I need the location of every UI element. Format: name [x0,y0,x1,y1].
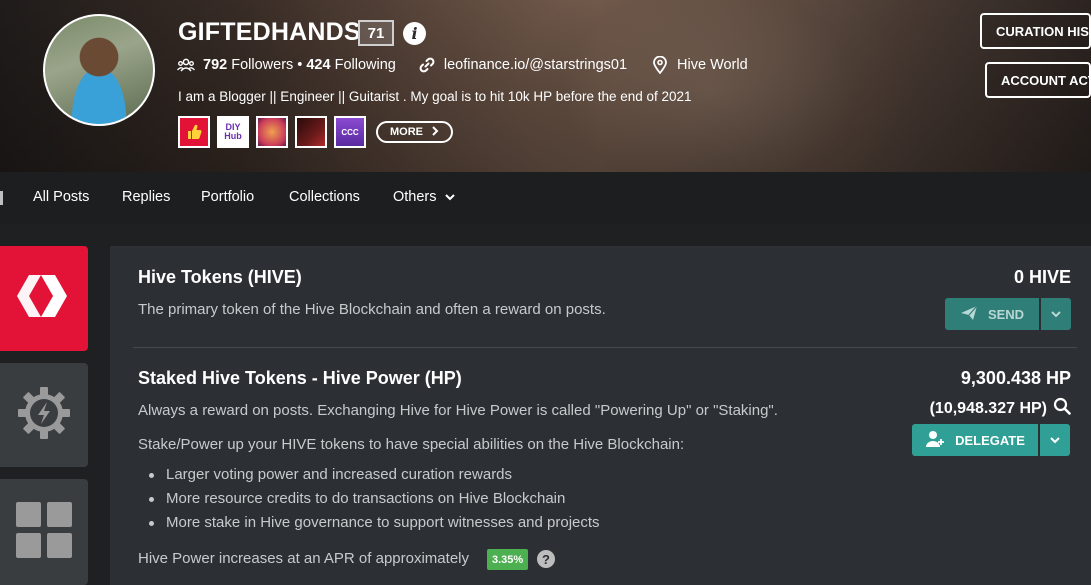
sidebar-grid-tile[interactable] [0,479,88,585]
location: Hive World [651,56,748,74]
list-item: More resource credits to do transactions… [146,488,600,512]
delegate-button-group: DELEGATE [912,424,1070,456]
list-item: Larger voting power and increased curati… [146,464,600,488]
tab-others[interactable]: Others [393,189,455,205]
paper-plane-icon [960,305,978,324]
profile-username: GIFTEDHANDS [178,18,361,46]
followers-stat[interactable]: 792 Followers [177,56,293,74]
info-icon[interactable]: i [403,22,426,45]
hp-effective-balance: (10,948.327 HP) [929,399,1047,417]
hive-logo-icon [15,271,73,326]
profile-cover: GIFTEDHANDS 71 i 792 Followers • 424 Fol… [0,0,1091,172]
map-pin-icon [651,56,669,74]
reputation-badge: 71 [358,20,394,46]
following-count: 424 [306,57,331,73]
delegate-user-icon [925,430,945,451]
profile-bio: I am a Blogger || Engineer || Guitarist … [178,89,692,104]
hive-balance: 0 HIVE [1013,267,1071,287]
sidebar-power-tile[interactable] [0,363,88,467]
strings-badge[interactable] [256,116,288,148]
help-icon[interactable]: ? [537,550,555,568]
hp-benefits-list: Larger voting power and increased curati… [146,464,600,536]
website-text: leofinance.io/@starstrings01 [443,57,628,73]
more-label: MORE [390,126,423,138]
avatar[interactable] [43,14,155,126]
ccc-badge[interactable]: CCC [334,116,366,148]
chevron-down-icon [1051,305,1061,323]
stats-separator: • [297,57,303,73]
apr-badge: 3.35% [487,549,529,570]
hub-text: Hub [224,131,242,141]
send-button[interactable]: SEND [945,298,1039,330]
followers-count: 792 [203,57,228,73]
profile-stats: 792 Followers • 424 Following leofinance… [177,56,748,74]
hive-token-description: The primary token of the Hive Blockchain… [138,301,606,318]
diy-hub-badge[interactable]: DIY Hub [217,116,249,148]
hp-token-description: Always a reward on posts. Exchanging Hiv… [138,402,778,419]
nav-edge-marker [0,191,3,205]
curation-history-button[interactable]: CURATION HIST [980,13,1091,49]
tab-replies[interactable]: Replies [122,189,170,205]
chevron-down-icon [1050,431,1060,449]
followers-icon [177,56,195,74]
following-stat[interactable]: 424 Following [306,57,395,73]
send-label: SEND [987,306,1025,322]
hp-token-title: Staked Hive Tokens - Hive Power (HP) [138,368,462,388]
link-icon [418,56,436,74]
sidebar-hive-tile[interactable] [0,246,88,351]
hp-balance: 9,300.438 HP [960,368,1071,388]
row-divider [133,347,1077,348]
followers-label: Followers [231,57,294,73]
hp-token-description-2: Stake/Power up your HIVE tokens to have … [138,436,685,453]
tab-collections[interactable]: Collections [289,189,360,205]
power-gear-icon [16,385,72,446]
apr-text: Hive Power increases at an APR of approx… [138,550,469,567]
grid-icon [16,501,72,563]
thumbs-up-badge[interactable] [178,116,210,148]
badge-list: DIY Hub CCC MORE [178,116,453,148]
following-label: Following [334,57,396,73]
account-activity-button[interactable]: ACCOUNT ACT [985,62,1091,98]
magnifier-icon[interactable] [1053,397,1071,420]
location-text: Hive World [677,57,748,73]
more-badges-button[interactable]: MORE [376,121,453,143]
hp-effective-row: (10,948.327 HP) [930,397,1071,420]
chevron-down-icon [444,189,455,205]
send-button-group: SEND [945,298,1071,330]
profile-nav: All Posts Replies Portfolio Collections … [0,172,1091,224]
delegate-button[interactable]: DELEGATE [912,424,1038,456]
delegate-label: DELEGATE [955,432,1025,448]
send-dropdown-button[interactable] [1041,298,1071,330]
hive-token-title: Hive Tokens (HIVE) [138,267,302,287]
list-item: More stake in Hive governance to support… [146,512,600,536]
delegate-dropdown-button[interactable] [1040,424,1070,456]
tab-portfolio[interactable]: Portfolio [201,189,254,205]
tab-all-posts[interactable]: All Posts [33,189,89,205]
website-link[interactable]: leofinance.io/@starstrings01 [418,56,627,74]
guitar-badge[interactable] [295,116,327,148]
chevron-right-icon [431,125,439,139]
tab-others-label: Others [393,189,437,205]
